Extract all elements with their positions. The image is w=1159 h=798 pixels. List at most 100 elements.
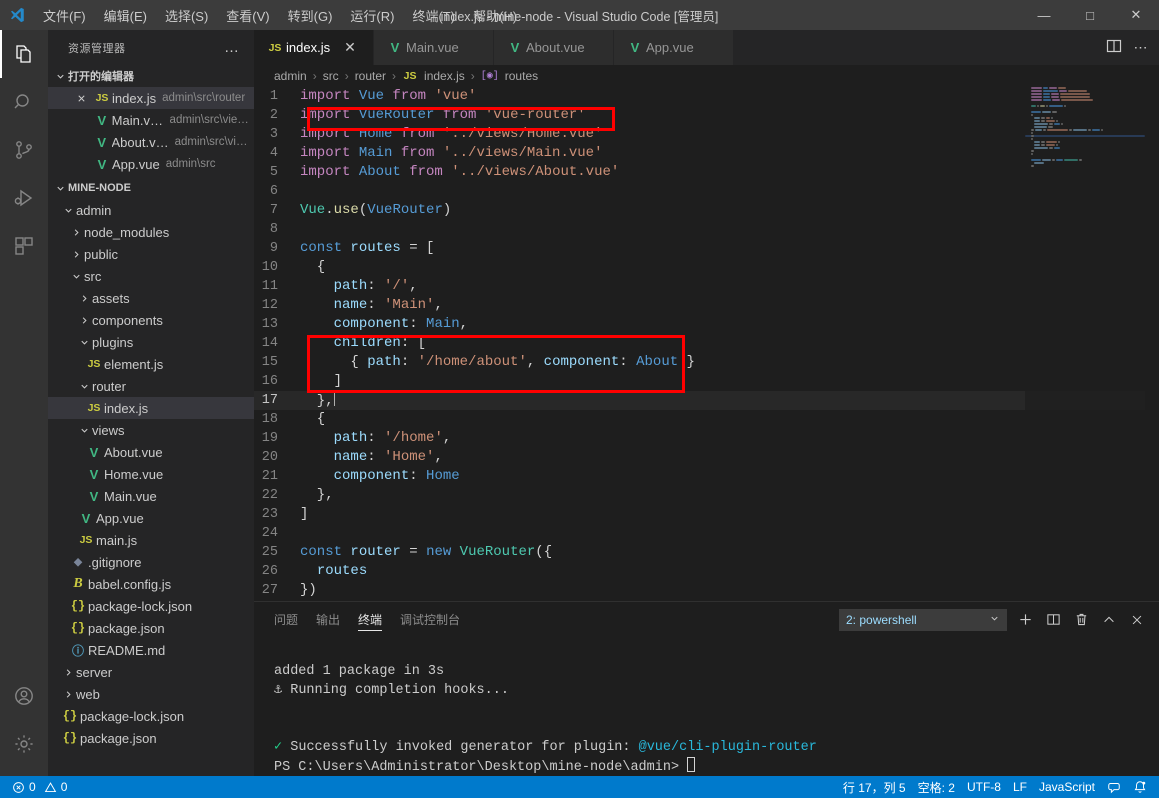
minimap-token	[1045, 141, 1057, 143]
maximize-button[interactable]: □	[1067, 0, 1113, 30]
extensions-icon[interactable]	[0, 222, 48, 270]
minimap-token	[1061, 99, 1094, 101]
minimap-token	[1046, 129, 1068, 131]
panel-tab-problems[interactable]: 问题	[274, 602, 298, 637]
tree-folder-components[interactable]: components	[48, 309, 254, 331]
terminal-line-added: added 1 package in 3s	[274, 664, 445, 679]
tree-file-package-lock-json[interactable]: {} package-lock.json	[48, 595, 254, 617]
minimize-button[interactable]: —	[1021, 0, 1067, 30]
run-debug-icon[interactable]	[0, 174, 48, 222]
menu-selection[interactable]: 选择(S)	[156, 0, 217, 30]
settings-gear-icon[interactable]	[0, 720, 48, 768]
tree-file-package-json[interactable]: {} package.json	[48, 617, 254, 639]
tree-file-main-vue[interactable]: V Main.vue	[48, 485, 254, 507]
minimap-line	[1025, 99, 1145, 101]
split-editor-icon[interactable]	[1106, 38, 1122, 57]
maximize-panel-icon[interactable]	[1099, 610, 1119, 630]
tab-about-vue[interactable]: V About.vue	[494, 30, 614, 65]
problems-status[interactable]: 0 0	[6, 776, 73, 798]
editor-scrollbar[interactable]	[1145, 87, 1159, 601]
explorer-more-icon[interactable]: …	[224, 39, 246, 56]
tree-item-label: package-lock.json	[88, 598, 193, 614]
tab-index-js[interactable]: JS index.js ✕	[254, 30, 374, 65]
tree-folder-views[interactable]: views	[48, 419, 254, 441]
tab-app-vue[interactable]: V App.vue	[614, 30, 734, 65]
open-editors-section[interactable]: 打开的编辑器	[48, 65, 254, 87]
panel-tab-debug-console[interactable]: 调试控制台	[400, 602, 460, 637]
menu-view[interactable]: 查看(V)	[217, 0, 278, 30]
tree-file-babel-config-js[interactable]: Bbabel.config.js	[48, 573, 254, 595]
tree-folder-server[interactable]: server	[48, 661, 254, 683]
minimap-token	[1034, 141, 1041, 143]
close-panel-icon[interactable]	[1127, 610, 1147, 630]
tree-file-element-js[interactable]: JS element.js	[48, 353, 254, 375]
open-editor-item-about-vue[interactable]: V About.vue admin\src\vie...	[48, 131, 254, 153]
tab-main-vue[interactable]: V Main.vue	[374, 30, 494, 65]
split-terminal-icon[interactable]	[1043, 610, 1063, 630]
tree-file-app-vue[interactable]: V App.vue	[48, 507, 254, 529]
breadcrumb-admin[interactable]: admin	[274, 69, 307, 83]
menu-file[interactable]: 文件(F)	[34, 0, 95, 30]
tree-file-package-json[interactable]: {} package.json	[48, 727, 254, 749]
tree-file-package-lock-json[interactable]: {} package-lock.json	[48, 705, 254, 727]
feedback-icon[interactable]	[1101, 780, 1127, 794]
tree-folder-node-modules[interactable]: node_modules	[48, 221, 254, 243]
breadcrumb-router[interactable]: router	[355, 69, 386, 83]
close-button[interactable]: ✕	[1113, 0, 1159, 30]
breadcrumb-file[interactable]: index.js	[424, 69, 465, 83]
breadcrumb-src[interactable]: src	[323, 69, 339, 83]
indentation[interactable]: 空格: 2	[912, 779, 961, 796]
language-mode[interactable]: JavaScript	[1033, 780, 1101, 794]
menu-terminal[interactable]: 终端(T)	[403, 0, 464, 30]
minimap-token	[1045, 120, 1056, 122]
more-actions-icon[interactable]: ⋯	[1134, 39, 1150, 56]
terminal-selector[interactable]: 2: powershell	[839, 608, 1007, 631]
minimap-token	[1068, 129, 1072, 131]
tree-folder-admin[interactable]: admin	[48, 199, 254, 221]
search-icon[interactable]	[0, 78, 48, 126]
cursor-position[interactable]: 行 17，列 5	[837, 779, 912, 796]
minimap[interactable]	[1025, 87, 1145, 601]
tree-item-label: src	[84, 268, 102, 284]
editor-area: JS index.js ✕ V Main.vue V About.vue V A…	[254, 30, 1159, 776]
menu-help[interactable]: 帮助(H)	[464, 0, 526, 30]
open-editor-item-index-js[interactable]: JS index.js admin\src\router	[48, 87, 254, 109]
kill-terminal-icon[interactable]	[1071, 610, 1091, 630]
close-icon[interactable]	[70, 93, 92, 104]
account-icon[interactable]	[0, 672, 48, 720]
tree-folder-src[interactable]: src	[48, 265, 254, 287]
minimap-token	[1049, 123, 1053, 125]
tree-file-index-js[interactable]: JS index.js	[48, 397, 254, 419]
menu-edit[interactable]: 编辑(E)	[95, 0, 156, 30]
open-editor-item-main-vue[interactable]: V Main.vue admin\src\views	[48, 109, 254, 131]
tree-folder-public[interactable]: public	[48, 243, 254, 265]
source-control-icon[interactable]	[0, 126, 48, 174]
encoding[interactable]: UTF-8	[961, 780, 1007, 794]
minimap-token	[1053, 147, 1060, 149]
tree-file-home-vue[interactable]: V Home.vue	[48, 463, 254, 485]
tree-file--gitignore[interactable]: ◆ .gitignore	[48, 551, 254, 573]
open-editor-item-app-vue[interactable]: V App.vue admin\src	[48, 153, 254, 175]
tree-file-main-js[interactable]: JS main.js	[48, 529, 254, 551]
tree-folder-web[interactable]: web	[48, 683, 254, 705]
tab-close-icon[interactable]: ✕	[344, 39, 356, 56]
explorer-icon[interactable]	[0, 30, 48, 78]
add-terminal-icon[interactable]	[1015, 610, 1035, 630]
menu-go[interactable]: 转到(G)	[279, 0, 342, 30]
tree-folder-router[interactable]: router	[48, 375, 254, 397]
tree-folder-assets[interactable]: assets	[48, 287, 254, 309]
breadcrumb-symbol[interactable]: routes	[505, 69, 538, 83]
panel-tab-terminal[interactable]: 终端	[358, 602, 383, 637]
tree-folder-plugins[interactable]: plugins	[48, 331, 254, 353]
panel-tab-output[interactable]: 输出	[316, 602, 340, 637]
tree-file-about-vue[interactable]: V About.vue	[48, 441, 254, 463]
terminal-output[interactable]: added 1 package in 3s ⚓ Running completi…	[254, 637, 1159, 776]
tree-file-readme-md[interactable]: ⓘ README.md	[48, 639, 254, 661]
code-editor[interactable]: 1 import Vue from 'vue' 2 import VueRouter …	[254, 87, 1159, 601]
minimap-token	[1052, 111, 1057, 113]
minimap-token	[1034, 162, 1044, 164]
eol[interactable]: LF	[1007, 780, 1033, 794]
project-section[interactable]: MINE-NODE	[48, 177, 254, 199]
menu-run[interactable]: 运行(R)	[341, 0, 403, 30]
bell-icon[interactable]	[1127, 780, 1153, 794]
